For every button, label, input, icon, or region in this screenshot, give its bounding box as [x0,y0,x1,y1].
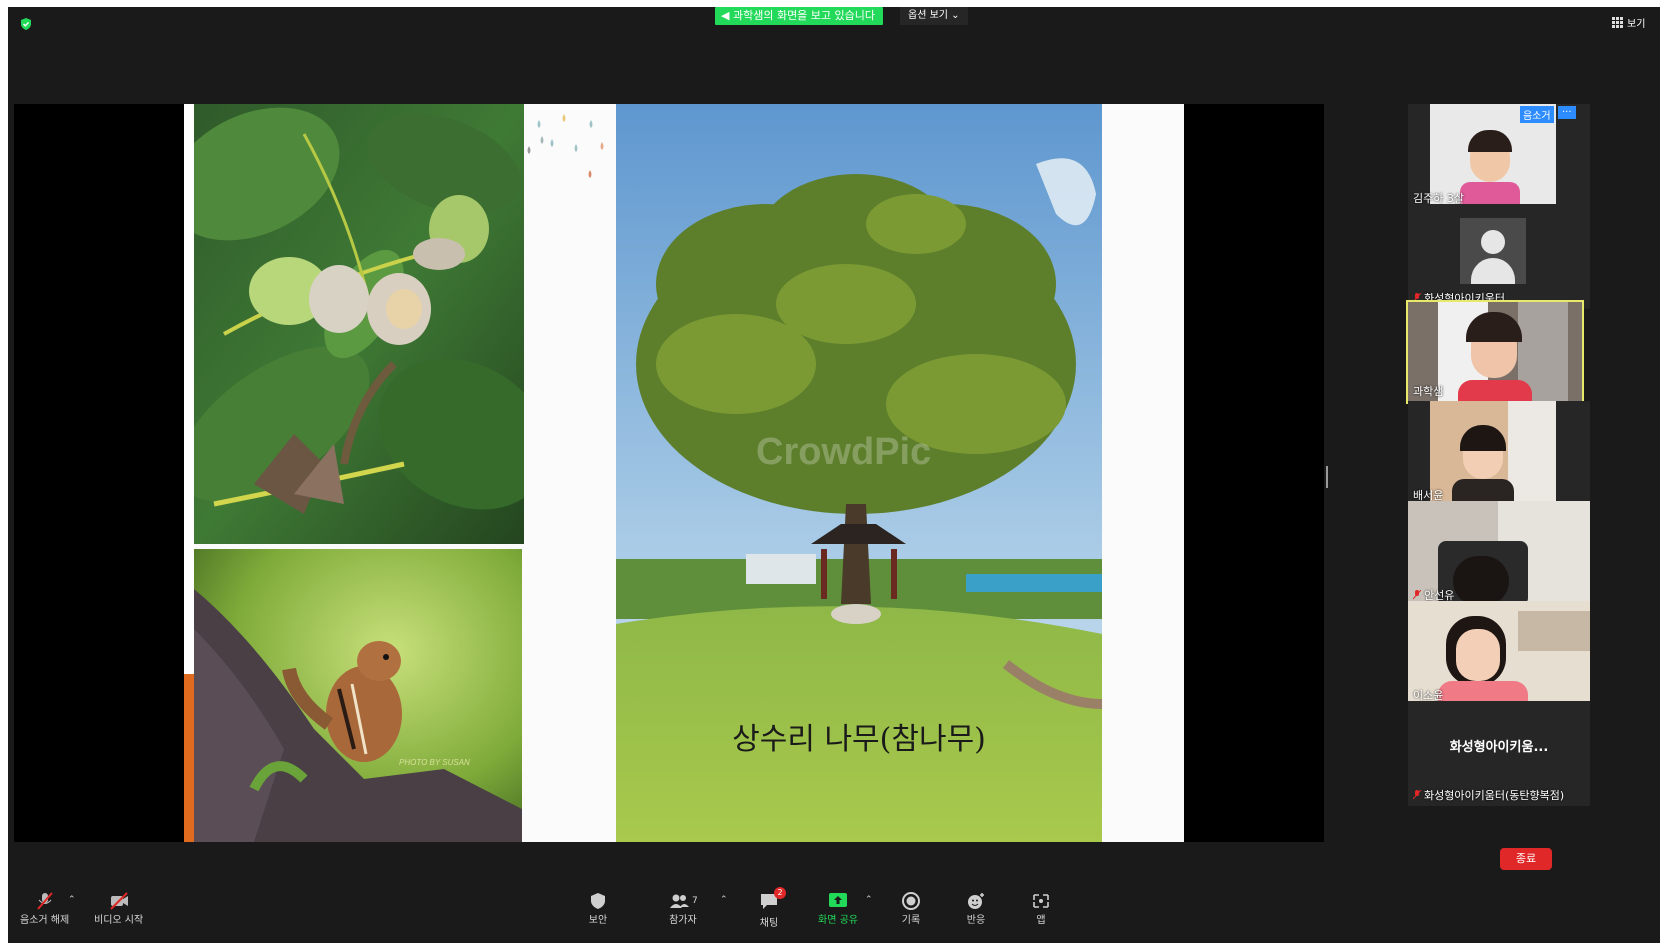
unmute-button[interactable]: 음소거 해제 [20,891,69,926]
mic-muted-icon [1413,790,1421,800]
presentation-slide: PHOTO BY SUSAN CrowdPic 상수리 나무(참나무) [184,104,1184,842]
record-label: 기록 [901,915,921,926]
record-icon [902,892,920,910]
video-off-icon [109,892,128,910]
security-label: 보안 [588,915,608,926]
participant-tile[interactable]: 화성형아이키움터 [1408,204,1590,309]
view-options-button[interactable]: 옵션 보기 ⌄ [900,7,968,25]
panel-resize-handle[interactable] [1326,466,1328,488]
share-screen-label: 화면 공유 [818,915,858,926]
apps-label: 앱 [1036,915,1046,926]
participants-button[interactable]: 7 참가자 [668,891,698,926]
chipmunk-photo: PHOTO BY SUSAN [194,549,522,842]
view-options-label: 옵션 보기 [908,10,948,21]
more-options-button[interactable]: ··· [1558,106,1576,119]
chat-label: 채팅 [759,918,779,929]
participants-label: 참가자 [669,915,697,926]
participants-options-caret[interactable]: ⌃ [720,895,728,905]
participant-tile[interactable]: 화성형아이키움... 화성형아이키움터(동탄향복점) [1408,701,1590,806]
participant-tile[interactable]: 이소윤 [1408,601,1590,706]
participants-count: 7 [692,896,698,906]
banner-text: 과학샘의 화면을 보고 있습니다 [732,9,876,22]
shared-screen[interactable]: PHOTO BY SUSAN CrowdPic 상수리 나무(참나무) [14,104,1324,842]
view-layout-button[interactable]: 보기 [1612,15,1645,30]
encryption-shield-icon[interactable] [19,17,33,31]
oak-tree-photo: CrowdPic 상수리 나무(참나무) [616,104,1102,842]
acorn-photo [194,104,524,544]
record-button[interactable]: 기록 [900,891,922,926]
participant-tile[interactable]: 음소거 ··· 김주하 3살 [1408,104,1590,209]
mic-muted-icon [1413,590,1421,600]
participant-name: 과학샘 [1413,385,1444,398]
participant-tile[interactable]: 배서윤 [1408,401,1590,506]
apps-button[interactable]: 앱 [1030,891,1052,926]
crowdpic-watermark: CrowdPic [756,431,931,473]
share-options-caret[interactable]: ⌃ [865,895,873,905]
shield-icon [591,893,605,909]
chevron-down-icon: ⌄ [951,10,960,21]
chat-unread-badge: 2 [774,887,786,899]
end-meeting-button[interactable]: 종료 [1500,848,1552,870]
participant-tile[interactable]: 안선유 [1408,501,1590,606]
view-layout-label: 보기 [1627,19,1646,30]
security-button[interactable]: 보안 [587,891,609,926]
reactions-label: 반응 [966,915,986,926]
mic-muted-icon [36,892,53,910]
share-screen-button[interactable]: 화면 공유 [818,891,858,926]
unmute-label: 음소거 해제 [20,915,70,926]
participant-name: 화성형아이키움터(동탄향복점) [1424,789,1565,802]
photo-credit: PHOTO BY SUSAN [399,758,470,767]
people-icon [670,894,689,908]
zoom-meeting-window: ◀ 과학샘의 화면을 보고 있습니다 옵션 보기 ⌄ 보기 PHOTO BY S… [8,7,1660,943]
participant-muted-label: 음소거 [1520,106,1554,123]
participant-tile-active-speaker[interactable]: 과학샘 [1406,300,1584,404]
apps-icon [1033,894,1049,908]
viewing-screen-banner: ◀ 과학샘의 화면을 보고 있습니다 [715,7,884,25]
speaker-icon: ◀ [721,9,730,22]
raindrop-decoration [527,114,604,178]
grid-icon [1612,17,1623,28]
avatar [1460,218,1526,284]
meeting-toolbar: 음소거 해제 ⌃ 비디오 시작 보안 7 참가자 ⌃ 2 채팅 화면 공유 ⌃ … [8,883,1660,943]
share-screen-icon [828,893,847,907]
start-video-button[interactable]: 비디오 시작 [94,891,143,926]
slide-caption: 상수리 나무(참나무) [732,722,986,757]
chat-button[interactable]: 2 채팅 [758,887,786,929]
participant-display-name: 화성형아이키움... [1449,740,1549,755]
emoji-add-icon [968,893,984,909]
start-video-label: 비디오 시작 [94,915,144,926]
reactions-button[interactable]: 반응 [965,891,987,926]
audio-options-caret[interactable]: ⌃ [68,895,76,905]
